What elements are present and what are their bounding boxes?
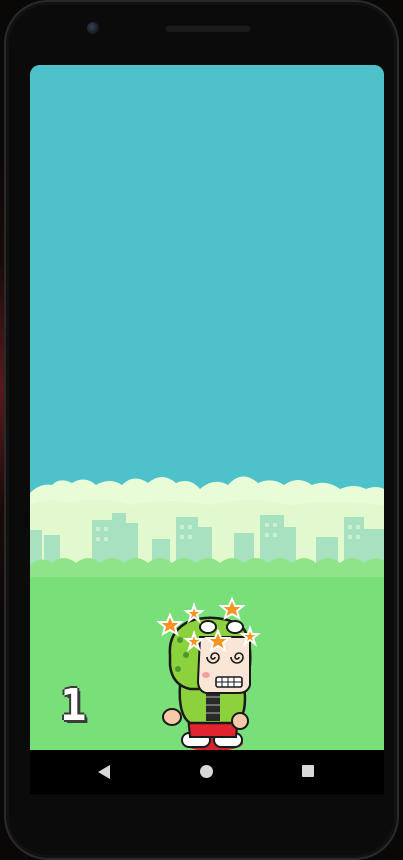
- home-circle-icon[interactable]: [200, 765, 213, 778]
- front-camera-icon: [87, 22, 99, 34]
- recents-square-icon[interactable]: [302, 765, 314, 777]
- game-scene: [30, 65, 384, 750]
- score-counter: 1: [60, 680, 87, 731]
- phone-frame: 1: [4, 0, 399, 860]
- game-screen[interactable]: 1: [30, 65, 384, 750]
- earpiece-speaker: [165, 24, 251, 32]
- back-triangle-icon[interactable]: [98, 765, 110, 779]
- system-nav-bar: [30, 750, 384, 794]
